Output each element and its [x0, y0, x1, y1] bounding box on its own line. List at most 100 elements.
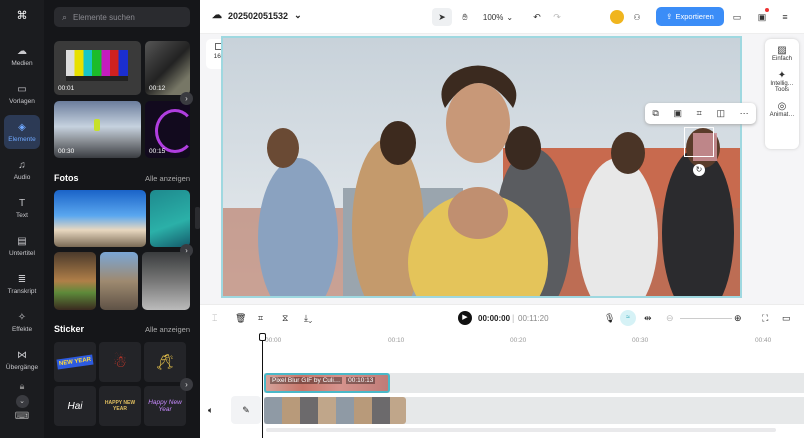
split-icon[interactable]: ⌶	[212, 313, 217, 324]
video-thumb-test-pattern[interactable]: 00:01	[54, 41, 141, 95]
blur-element-selection[interactable]: ↻	[684, 127, 714, 176]
video-thumb-hand-art[interactable]: 00:12	[145, 41, 190, 95]
fotos-show-all-link[interactable]: Alle anzeigen	[145, 174, 190, 183]
rail-item-untertitel[interactable]: ▤ Untertitel	[4, 229, 40, 263]
basic-tool-button[interactable]: ▨ Einfach	[765, 39, 799, 62]
video-clip[interactable]	[264, 397, 406, 424]
sticker-champagne[interactable]: 🥂︎	[144, 342, 186, 382]
zoom-dropdown[interactable]: 100% ⌄	[480, 8, 516, 26]
audio-wave-icon[interactable]: ≈	[620, 310, 636, 326]
add-user-icon[interactable]: ⚇	[630, 8, 644, 26]
sticker-elf[interactable]: ☃	[99, 342, 141, 382]
preview-window-icon[interactable]: ▭	[782, 313, 791, 324]
notification-icon[interactable]: ▣	[755, 8, 769, 26]
expand-rail-button[interactable]: ⌄	[15, 395, 29, 408]
sticker-hai[interactable]: Hai	[54, 386, 96, 426]
search-input[interactable]: ⌕ Elemente suchen	[54, 7, 190, 27]
videos-next-arrow-icon[interactable]: ›	[180, 92, 193, 105]
rail-item-audio[interactable]: ♫ Audio	[4, 153, 40, 187]
zoom-slider[interactable]	[680, 318, 732, 319]
microphone-icon[interactable]: 🎙︎	[604, 313, 615, 324]
replace-icon[interactable]: ⧉	[652, 108, 658, 119]
photo-thumb-sandwich[interactable]	[54, 252, 96, 310]
menu-icon[interactable]: ≡	[778, 8, 792, 26]
cloud-sync-icon: ☁	[212, 10, 222, 21]
video-preview[interactable]	[221, 36, 742, 298]
fotos-section-title: Fotos	[54, 173, 79, 183]
keyboard-shortcuts-icon[interactable]: ⌨	[15, 411, 29, 422]
export-button[interactable]: ⇪ Exportieren	[656, 7, 724, 26]
play-button[interactable]: ▶	[458, 311, 472, 325]
rail-item-effekte[interactable]: ✧ Effekte	[4, 305, 40, 339]
sticker-new-year[interactable]: NEW YEAR	[54, 342, 96, 382]
transition-icon: ⋈	[17, 349, 27, 361]
playhead[interactable]	[259, 333, 266, 438]
cloud-upload-icon: ☁	[17, 45, 27, 57]
time-separator: |	[512, 313, 515, 323]
animation-button[interactable]: ◎ Animat…	[765, 93, 799, 118]
template-icon: ▭	[17, 83, 27, 95]
hand-tool-button[interactable]: ✋︎	[456, 8, 474, 26]
download-icon[interactable]: ⤓⌄	[304, 313, 312, 324]
fit-screen-icon[interactable]: ⛶	[762, 313, 768, 324]
stickers-next-arrow-icon[interactable]: ›	[180, 378, 193, 391]
mask-icon[interactable]: ◫	[716, 108, 725, 119]
timeline: 00:00 00:10 00:20 00:30 00:40 Pixel Blur…	[200, 331, 804, 438]
music-note-icon: ♫	[18, 159, 26, 171]
photo-thumb-street[interactable]	[100, 252, 138, 310]
search-icon: ⌕	[62, 11, 68, 22]
current-time: 00:00:00	[478, 314, 511, 323]
redo-button[interactable]: ↷	[550, 8, 564, 26]
text-icon: T	[18, 197, 26, 209]
party-scene-image	[223, 38, 740, 296]
rotate-handle-icon[interactable]: ↻	[693, 164, 705, 176]
champagne-sticker-icon: 🥂︎	[155, 354, 175, 371]
video-thumb-mountain[interactable]: 00:30	[54, 101, 141, 158]
total-time: 00:11:20	[518, 314, 549, 323]
floating-element-toolbar: ⧉ ▣ ⌗ ◫ ⋯	[645, 103, 756, 124]
screen-icon[interactable]: ▭	[730, 8, 744, 26]
upload-icon: ⇪	[666, 12, 673, 21]
zoom-in-icon[interactable]: ⊕	[734, 313, 742, 324]
animation-icon: ◎	[777, 101, 787, 112]
volume-icon[interactable]: 🔈︎	[208, 405, 213, 416]
delete-icon[interactable]: 🗑︎	[235, 313, 246, 324]
capcut-logo-icon[interactable]: ⌘	[12, 9, 32, 22]
sticker-happy-new-year[interactable]: HAPPY NEW YEAR	[99, 386, 141, 426]
rail-item-elemente[interactable]: ◈ Elemente	[4, 115, 40, 149]
timeline-toolbar: ⌶ 🗑︎ ⌗ ⧖ ⤓⌄ ▶ 00:00:00 | 00:11:20 🎙︎ ≈ ⇹…	[200, 304, 804, 331]
crop-icon[interactable]: ⌗	[697, 108, 702, 119]
flip-icon[interactable]: ⧖	[282, 313, 288, 324]
layer-icon[interactable]: ▣	[673, 108, 682, 119]
more-icon[interactable]: ⋯	[740, 108, 749, 119]
sticker-show-all-link[interactable]: Alle anzeigen	[145, 325, 190, 334]
photo-thumb-reef[interactable]	[150, 190, 190, 247]
photo-thumb-city-sky[interactable]	[54, 190, 146, 247]
photo-thumb-gray[interactable]	[142, 252, 190, 310]
project-title[interactable]: ☁ 202502051532 ⌄	[212, 10, 302, 21]
avatar[interactable]	[610, 10, 624, 24]
timeline-scrollbar[interactable]	[266, 428, 776, 432]
undo-button[interactable]: ↶	[530, 8, 544, 26]
playhead-handle[interactable]	[259, 333, 266, 341]
crop-icon[interactable]: ⌗	[258, 313, 263, 324]
time-ruler: 00:00 00:10 00:20 00:30 00:40	[265, 337, 772, 344]
right-side-tools: ▨ Einfach ✦ Intellig… Tools ◎ Animat…	[765, 39, 799, 149]
rail-item-medien[interactable]: ☁ Medien	[4, 39, 40, 73]
sticker-happy-new-year-script[interactable]: Happy New Year	[144, 386, 186, 426]
select-tool-button[interactable]: ➤	[432, 8, 452, 26]
rail-item-text[interactable]: T Text	[4, 191, 40, 225]
element-clip[interactable]: Pixel Blur GIF by Culi… 00:10:13	[264, 373, 390, 393]
rail-item-vorlagen[interactable]: ▭ Vorlagen	[4, 77, 40, 111]
editor-app: ⌘ ☁ Medien ▭ Vorlagen ◈ Elemente ♫ Audio T Te…	[0, 0, 804, 438]
rail-item-uebergaenge[interactable]: ⋈ Übergänge	[4, 343, 40, 377]
hand-icon: ✋︎	[462, 11, 468, 22]
edit-cover-button[interactable]: ✎	[231, 396, 261, 424]
effects-icon: ✧	[17, 311, 27, 323]
video-thumb-neon[interactable]: 00:15	[145, 101, 190, 158]
smart-tools-button[interactable]: ✦ Intellig… Tools	[765, 62, 799, 93]
left-nav-rail: ⌘ ☁ Medien ▭ Vorlagen ◈ Elemente ♫ Audio T Te…	[0, 0, 44, 438]
zoom-out-icon[interactable]: ⊖	[666, 313, 674, 324]
split-scene-icon[interactable]: ⇹	[644, 313, 652, 324]
rail-item-transkript[interactable]: ≣ Transkript	[4, 267, 40, 301]
